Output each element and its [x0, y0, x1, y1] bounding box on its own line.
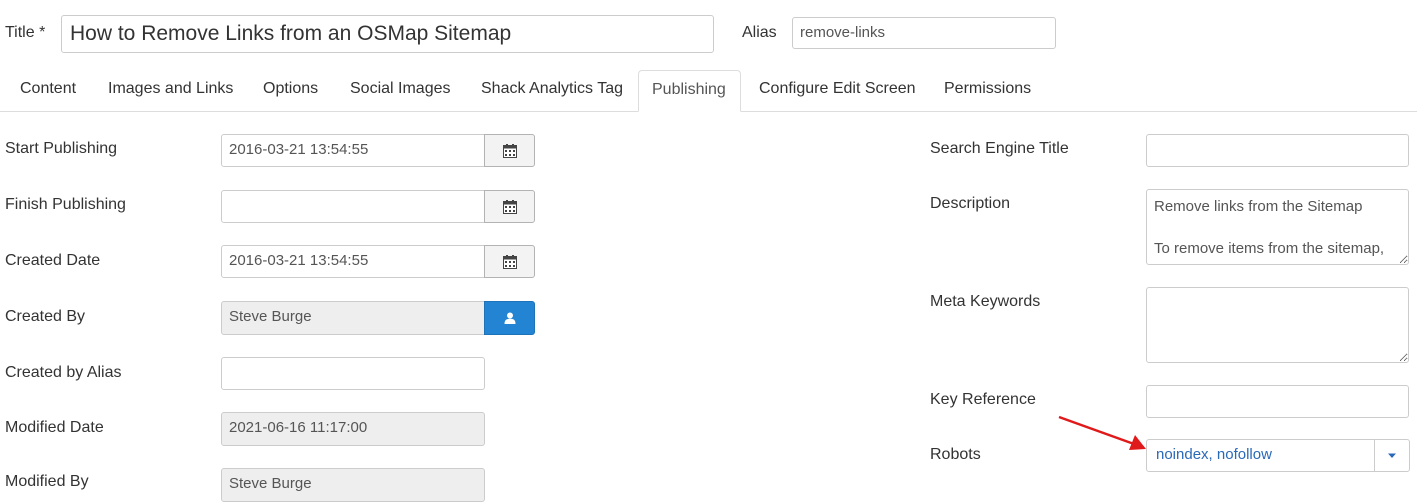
tab-shack-analytics-tag[interactable]: Shack Analytics Tag: [468, 70, 636, 112]
calendar-icon: [502, 143, 517, 158]
alias-label: Alias: [742, 24, 777, 41]
description-textarea[interactable]: [1146, 189, 1409, 265]
description-label: Description: [930, 195, 1011, 212]
select-user-button[interactable]: [484, 301, 535, 335]
tab-configure-edit-screen[interactable]: Configure Edit Screen: [746, 70, 929, 112]
modified-by-input: Steve Burge: [221, 468, 485, 502]
robots-label: Robots: [930, 446, 981, 463]
start-publishing-label: Start Publishing: [5, 140, 118, 157]
meta-keywords-textarea[interactable]: [1146, 287, 1409, 363]
chevron-down-icon: [1388, 453, 1396, 458]
calendar-icon: [502, 254, 517, 269]
search-engine-title-label: Search Engine Title: [930, 140, 1069, 157]
robots-selected-value: noindex, nofollow: [1156, 446, 1272, 463]
start-publishing-calendar-button[interactable]: [484, 134, 535, 167]
key-reference-input[interactable]: [1146, 385, 1409, 418]
finish-publishing-label: Finish Publishing: [5, 196, 126, 213]
modified-date-input: 2021-06-16 11:17:00: [221, 412, 485, 446]
title-label: Title *: [5, 24, 46, 41]
alias-input[interactable]: remove-links: [792, 17, 1056, 49]
tab-content[interactable]: Content: [7, 70, 89, 112]
calendar-icon: [502, 199, 517, 214]
finish-publishing-calendar-button[interactable]: [484, 190, 535, 223]
created-by-input: Steve Burge: [221, 301, 486, 335]
tab-publishing[interactable]: Publishing: [638, 70, 741, 112]
modified-date-label: Modified Date: [5, 419, 104, 436]
robots-select[interactable]: noindex, nofollow: [1146, 439, 1410, 472]
annotation-arrow: [1058, 415, 1146, 450]
start-publishing-input[interactable]: 2016-03-21 13:54:55: [221, 134, 486, 167]
title-input[interactable]: How to Remove Links from an OSMap Sitema…: [61, 15, 714, 53]
created-by-alias-label: Created by Alias: [5, 364, 122, 381]
tab-images-and-links[interactable]: Images and Links: [95, 70, 246, 112]
user-icon: [504, 312, 515, 324]
created-by-alias-input[interactable]: [221, 357, 485, 390]
created-date-calendar-button[interactable]: [484, 245, 535, 278]
robots-dropdown-toggle[interactable]: [1374, 440, 1409, 471]
created-date-input[interactable]: 2016-03-21 13:54:55: [221, 245, 486, 278]
key-reference-label: Key Reference: [930, 391, 1036, 408]
modified-by-label: Modified By: [5, 473, 89, 490]
finish-publishing-input[interactable]: [221, 190, 486, 223]
search-engine-title-input[interactable]: [1146, 134, 1409, 167]
meta-keywords-label: Meta Keywords: [930, 293, 1041, 310]
created-date-label: Created Date: [5, 252, 101, 269]
tab-permissions[interactable]: Permissions: [931, 70, 1044, 112]
tab-options[interactable]: Options: [250, 70, 331, 112]
tab-social-images[interactable]: Social Images: [337, 70, 464, 112]
created-by-label: Created By: [5, 308, 86, 325]
